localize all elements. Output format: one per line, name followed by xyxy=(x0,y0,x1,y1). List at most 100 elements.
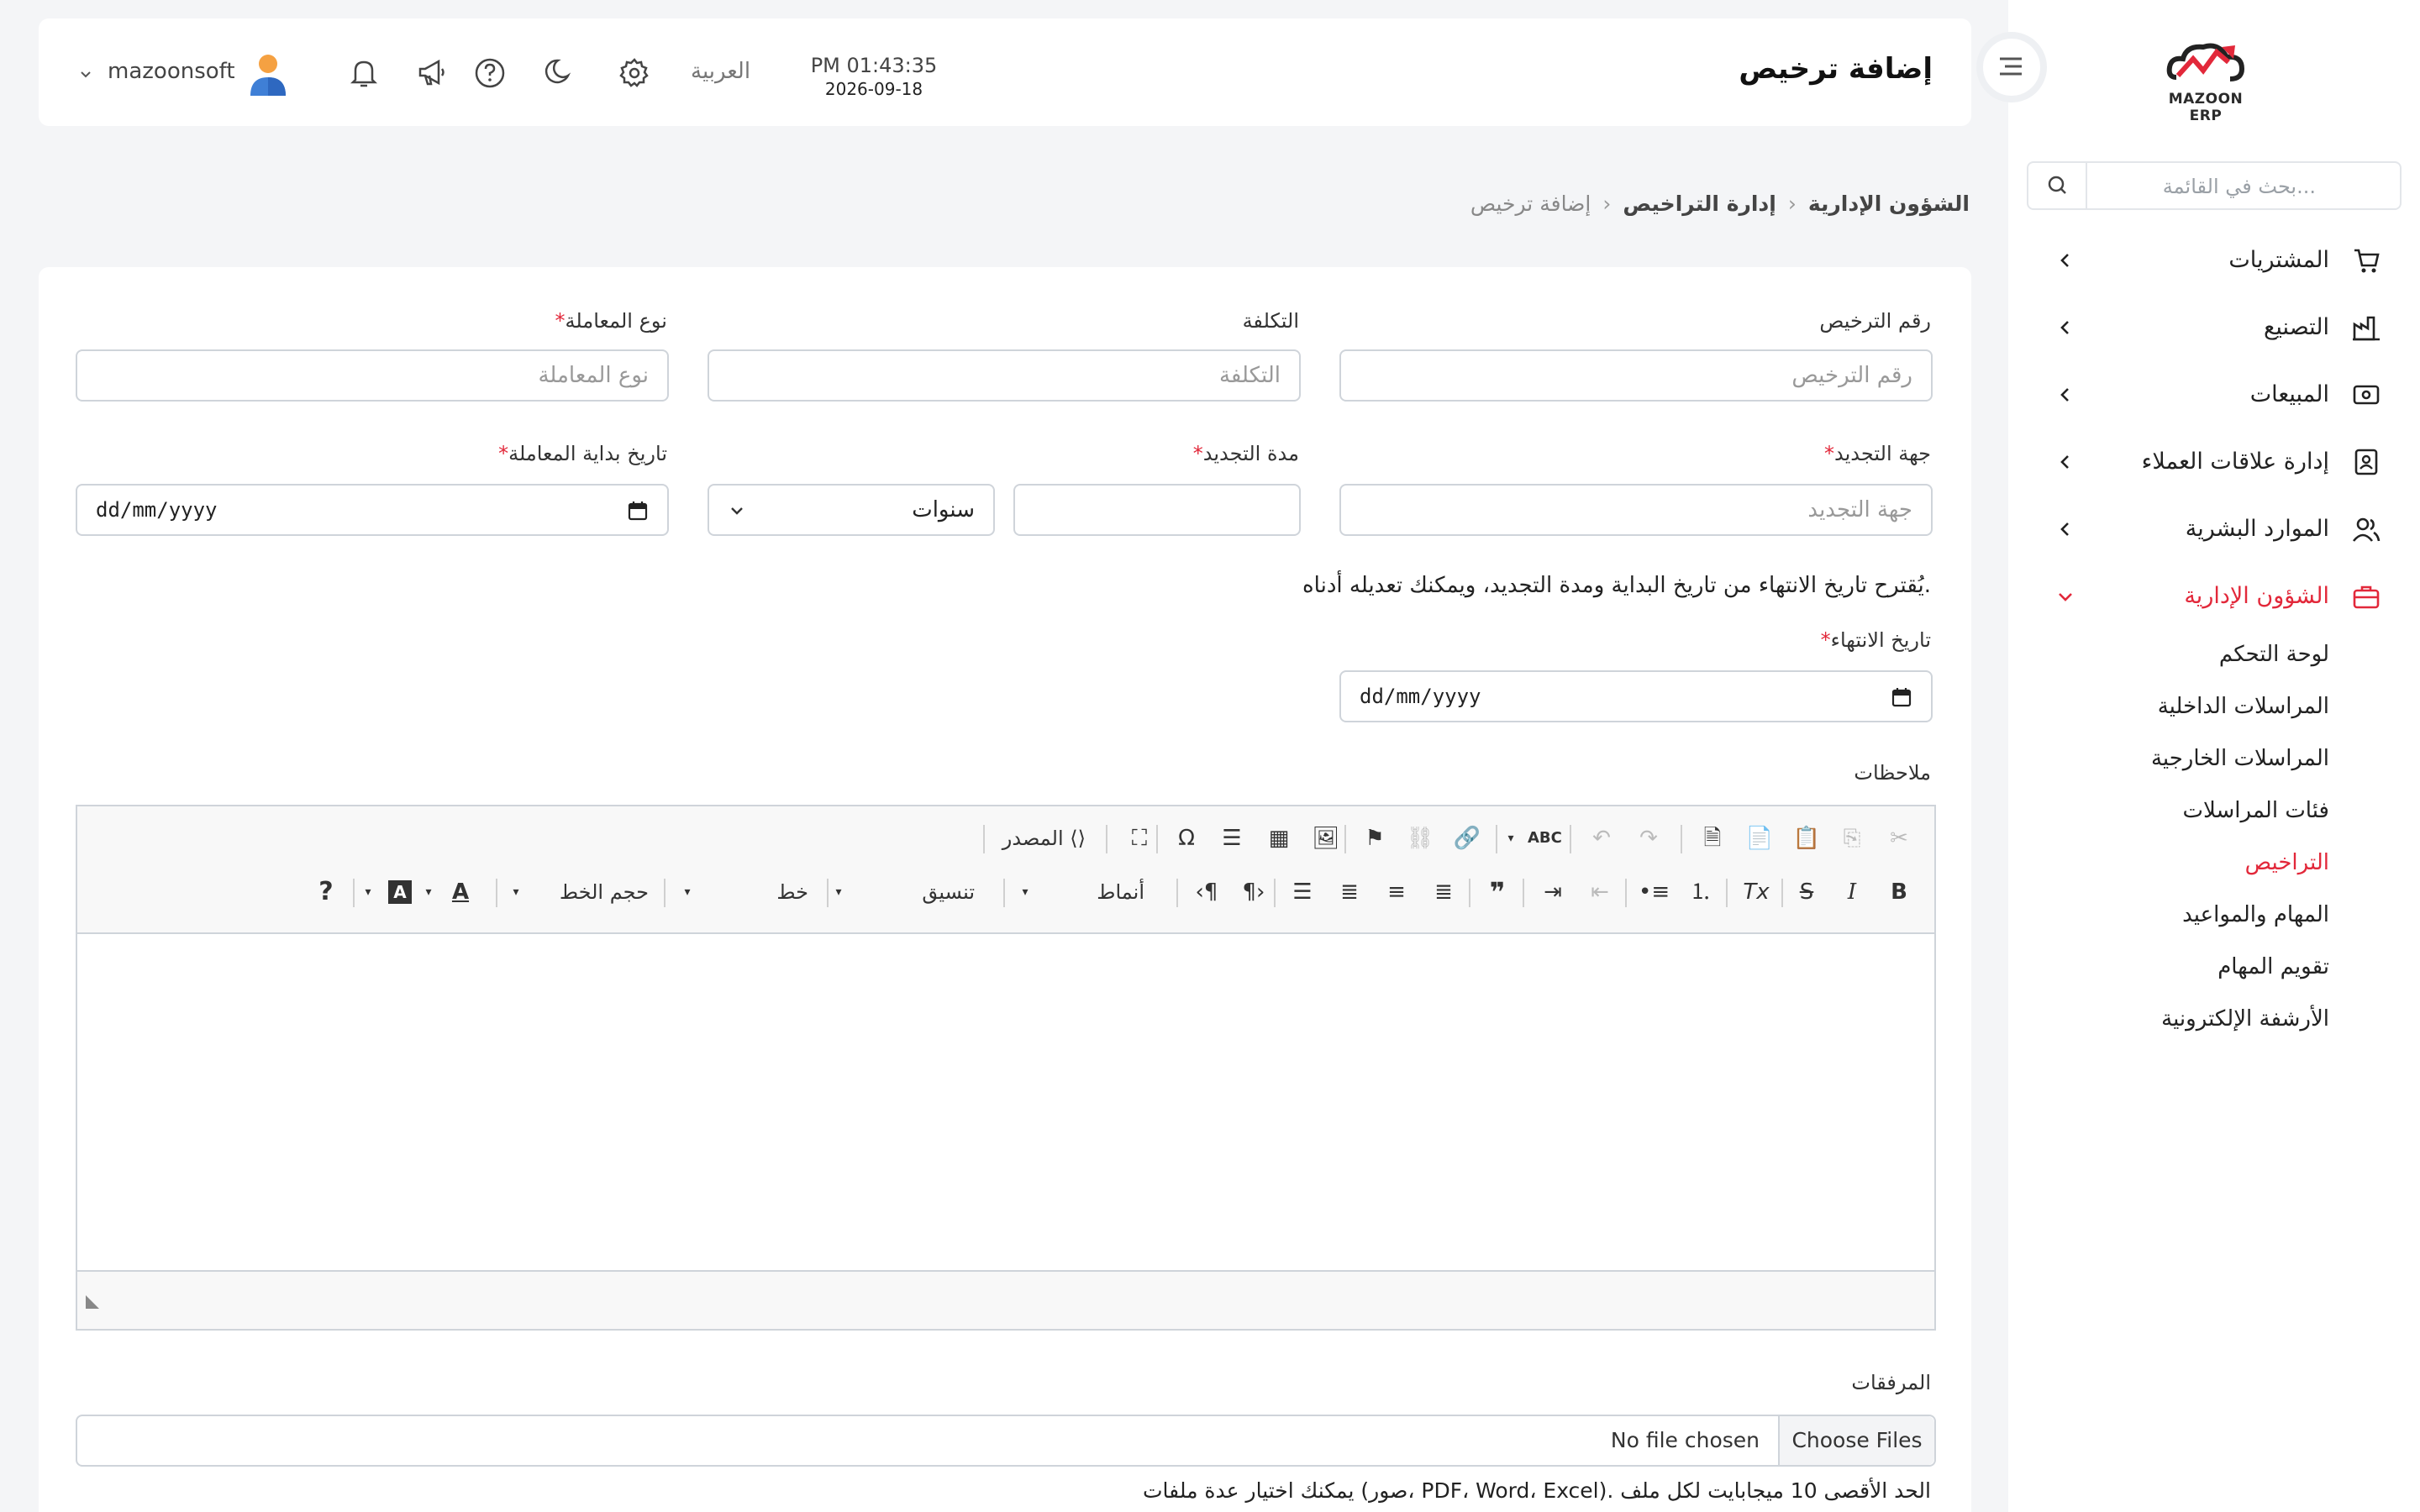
toolbar-separator xyxy=(353,879,355,907)
moon-icon[interactable] xyxy=(539,55,575,91)
sidebar-item-crm[interactable]: إدارة علاقات العملاء xyxy=(2008,428,2420,496)
cut-icon[interactable]: ✂ xyxy=(1884,823,1914,853)
submenu-item-internal-correspondence[interactable]: المراسلات الداخلية xyxy=(2008,682,2420,734)
text-color-caret-icon[interactable]: ▾ xyxy=(413,877,444,907)
end-date-input[interactable]: dd/mm/yyyy xyxy=(1339,670,1933,722)
breadcrumb-item[interactable]: إدارة التراخيص xyxy=(1623,192,1776,216)
submenu-item-licenses[interactable]: التراخيص xyxy=(2008,838,2420,890)
sidebar-toggle-button[interactable] xyxy=(1976,32,2047,102)
align-right-icon[interactable]: ≣ xyxy=(1334,877,1365,907)
maximize-icon[interactable]: ⛶ xyxy=(1124,823,1155,853)
toolbar-separator xyxy=(664,879,666,907)
submenu-item-tasks-appointments[interactable]: المهام والمواعيد xyxy=(2008,890,2420,942)
toolbar-separator xyxy=(1523,879,1524,907)
renewal-authority-input[interactable]: جهة التجديد xyxy=(1339,484,1933,536)
notes-editor-body[interactable] xyxy=(77,934,1934,1270)
license-number-input[interactable]: رقم الترخيص xyxy=(1339,349,1933,402)
breadcrumb-item[interactable]: الشؤون الإدارية xyxy=(1808,192,1970,216)
calendar-icon[interactable] xyxy=(627,500,649,522)
special-character-icon[interactable]: Ω xyxy=(1171,823,1202,853)
search-icon[interactable] xyxy=(2028,163,2087,208)
copy-icon[interactable]: ⎘ xyxy=(1837,823,1867,853)
remove-format-icon[interactable]: Tx xyxy=(1741,877,1771,907)
chevron-down-icon[interactable] xyxy=(77,66,94,82)
text-direction-rtl-icon[interactable]: ‹¶ xyxy=(1192,877,1222,907)
unlink-icon[interactable]: ⛓ xyxy=(1405,823,1435,853)
font-size-dropdown[interactable]: حجم الخط xyxy=(560,880,649,904)
avatar[interactable] xyxy=(247,52,289,97)
username[interactable]: mazoonsoft xyxy=(108,59,235,84)
spellcheck-dropdown-icon[interactable]: ▾ xyxy=(1496,823,1526,853)
background-color-icon[interactable]: A xyxy=(388,880,412,904)
strikethrough-icon[interactable]: S xyxy=(1791,877,1822,907)
license-form-card: رقم الترخيص رقم الترخيص التكلفة التكلفة … xyxy=(39,267,1971,1512)
blockquote-icon[interactable]: ❞ xyxy=(1482,877,1512,907)
format-dropdown[interactable]: تنسيق xyxy=(922,880,975,904)
italic-icon[interactable]: I xyxy=(1837,877,1867,907)
start-date-input[interactable]: dd/mm/yyyy xyxy=(76,484,669,536)
font-size-dropdown-caret-icon[interactable]: ▾ xyxy=(501,877,531,907)
paste-word-icon[interactable]: 🗎 xyxy=(1697,823,1728,853)
choose-files-button[interactable]: Choose Files xyxy=(1778,1416,1934,1465)
align-justify-icon[interactable]: ☰ xyxy=(1287,877,1318,907)
source-button[interactable]: المصدر ⟨⟩ xyxy=(1002,827,1091,850)
sidebar-item-admin-affairs[interactable]: الشؤون الإدارية xyxy=(2008,563,2420,630)
font-dropdown-caret-icon[interactable]: ▾ xyxy=(672,877,702,907)
submenu-item-tasks-calendar[interactable]: تقويم المهام xyxy=(2008,942,2420,995)
paste-text-icon[interactable]: 📄 xyxy=(1744,823,1775,853)
horizontal-line-icon[interactable]: ☰ xyxy=(1217,823,1247,853)
megaphone-icon[interactable] xyxy=(413,55,449,91)
submenu-item-dashboard[interactable]: لوحة التحكم xyxy=(2008,630,2420,682)
start-date-label: *تاريخ بداية المعاملة xyxy=(498,442,667,465)
image-icon[interactable]: 🖼 xyxy=(1311,823,1341,853)
align-center-icon[interactable]: ≡ xyxy=(1381,877,1412,907)
paste-icon[interactable]: 📋 xyxy=(1791,823,1822,853)
indent-icon[interactable]: ⇥ xyxy=(1538,877,1568,907)
sidebar-item-manufacturing[interactable]: التصنيع xyxy=(2008,294,2420,361)
calendar-icon[interactable] xyxy=(1891,686,1912,708)
outdent-icon[interactable]: ⇤ xyxy=(1585,877,1615,907)
submenu-item-electronic-archive[interactable]: الأرشفة الإلكترونية xyxy=(2008,995,2420,1047)
help-icon[interactable]: ? xyxy=(311,877,341,907)
language-switcher[interactable]: العربية xyxy=(691,59,750,84)
redo-icon[interactable]: ↷ xyxy=(1634,823,1664,853)
styles-dropdown-caret-icon[interactable]: ▾ xyxy=(1010,877,1040,907)
renewal-period-input[interactable] xyxy=(1013,484,1301,536)
toolbar-separator xyxy=(983,825,985,853)
end-date-suggestion-hint: يُقترح تاريخ الانتهاء من تاريخ البداية و… xyxy=(1302,573,1931,598)
link-icon[interactable]: 🔗 xyxy=(1452,823,1482,853)
sidebar-item-label: المشتريات xyxy=(2228,247,2329,273)
attachments-file-input[interactable]: Choose Files No file chosen xyxy=(76,1415,1936,1467)
bulleted-list-icon[interactable]: •≡ xyxy=(1639,877,1670,907)
align-left-icon[interactable]: ≣ xyxy=(1428,877,1459,907)
transaction-type-input[interactable]: نوع المعاملة xyxy=(76,349,669,402)
gear-icon[interactable] xyxy=(617,55,652,91)
font-dropdown[interactable]: خط xyxy=(776,880,808,904)
submenu-item-correspondence-categories[interactable]: فئات المراسلات xyxy=(2008,786,2420,838)
bold-icon[interactable]: B xyxy=(1884,877,1914,907)
sidebar-item-sales[interactable]: المبيعات xyxy=(2008,361,2420,428)
anchor-flag-icon[interactable]: ⚑ xyxy=(1360,823,1390,853)
renewal-period-unit-select[interactable]: سنوات xyxy=(708,484,995,536)
sidebar-search[interactable]: بحث في القائمة... xyxy=(2027,161,2402,210)
spellcheck-icon[interactable]: ABC xyxy=(1528,823,1562,853)
briefcase-icon xyxy=(2353,585,2380,609)
sidebar-item-hr[interactable]: الموارد البشرية xyxy=(2008,496,2420,563)
table-icon[interactable]: ▦ xyxy=(1264,823,1294,853)
bell-icon[interactable] xyxy=(346,55,381,91)
submenu-item-label: تقويم المهام xyxy=(2217,954,2329,979)
text-direction-ltr-icon[interactable]: ¶› xyxy=(1239,877,1269,907)
background-color-caret-icon[interactable]: ▾ xyxy=(353,877,383,907)
help-icon[interactable] xyxy=(472,55,508,91)
numbered-list-icon[interactable]: ⒈ xyxy=(1686,877,1716,907)
styles-dropdown[interactable]: أنماط xyxy=(1097,880,1144,904)
resize-handle-icon[interactable] xyxy=(84,1294,101,1310)
logo[interactable]: MAZOON ERP xyxy=(2151,34,2260,124)
toolbar-separator xyxy=(1570,825,1571,853)
text-color-icon[interactable]: A xyxy=(445,877,476,907)
sidebar-item-purchases[interactable]: المشتريات xyxy=(2008,227,2420,294)
submenu-item-external-correspondence[interactable]: المراسلات الخارجية xyxy=(2008,734,2420,786)
renewal-authority-label: *جهة التجديد xyxy=(1824,442,1931,465)
undo-icon[interactable]: ↶ xyxy=(1586,823,1617,853)
cost-input[interactable]: التكلفة xyxy=(708,349,1301,402)
